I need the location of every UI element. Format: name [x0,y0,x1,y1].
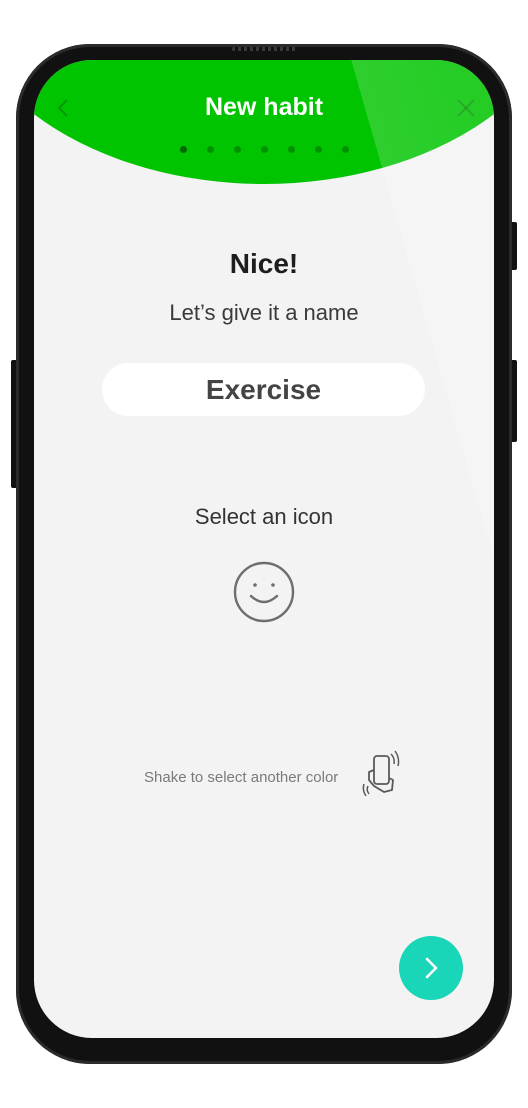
close-icon[interactable] [454,96,478,120]
header-background [34,60,494,184]
step-dot [180,146,187,153]
step-dot [234,146,241,153]
step-indicator [180,146,360,154]
step-dot [342,146,349,153]
icon-section-label: Select an icon [194,504,334,529]
app-screen: New habit Nice! Let’s give it a name Sel… [34,60,494,1038]
heading: Nice! [229,248,299,279]
next-button[interactable] [399,936,463,1000]
step-dot [288,146,295,153]
screen-glare [334,60,494,1038]
shake-hint-text: Shake to select another color [144,769,339,786]
earpiece [232,47,296,51]
page-title: New habit [204,93,324,121]
step-dot [315,146,322,153]
smiley-face-icon[interactable] [232,560,296,624]
chevron-right-icon [425,957,438,979]
phone-shake-icon [362,750,402,797]
subheading: Let’s give it a name [169,300,359,325]
step-dot [207,146,214,153]
step-dot [261,146,268,153]
habit-name-input[interactable] [102,363,425,416]
